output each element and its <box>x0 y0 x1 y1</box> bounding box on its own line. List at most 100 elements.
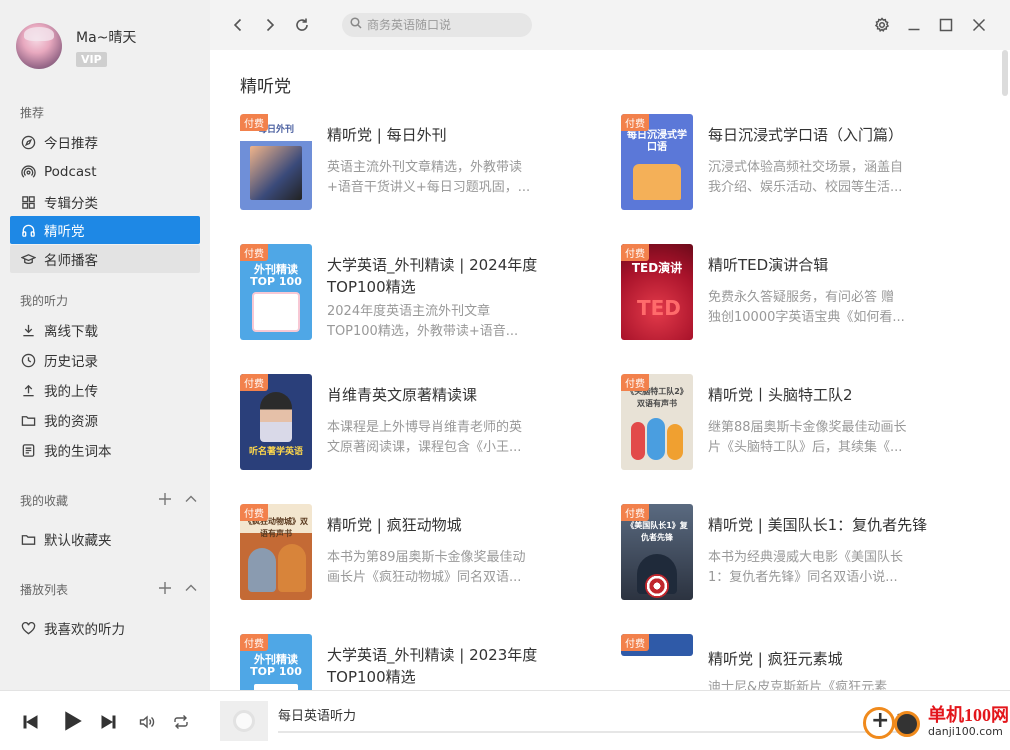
album-description: 本课程是上外博导肖维青老师的英 <box>327 420 523 435</box>
album-description: TOP100精选，外教带读+语音... <box>327 324 519 339</box>
next-track-icon[interactable] <box>97 711 119 733</box>
folder-icon <box>20 531 36 547</box>
sidebar-item-downloads[interactable]: 离线下载 <box>10 316 200 344</box>
album-title[interactable]: 大学英语_外刊精读 | 2024年度 TOP100精选 <box>327 254 567 298</box>
album-card[interactable]: 付费 精听党 | 疯狂元素城 迪士尼&皮克斯新片《疯狂元素 <box>621 634 981 690</box>
album-cover[interactable]: TED演讲 TED 付费 <box>621 244 693 340</box>
sidebar-item-history[interactable]: 历史记录 <box>10 346 200 374</box>
paid-badge: 付费 <box>621 244 649 261</box>
album-cover[interactable]: 每日沉浸式学口语 付费 <box>621 114 693 210</box>
sidebar-item-categories[interactable]: 专辑分类 <box>10 188 200 216</box>
album-card[interactable]: 《美国队长1》复仇者先锋 付费 精听党 | 美国队长1：复仇者先锋 本书为经典漫… <box>621 504 981 604</box>
player-bar: 每日英语听力 1x 单机100网 danji100.com <box>0 690 1010 750</box>
close-icon[interactable] <box>969 15 989 35</box>
minimize-icon[interactable] <box>904 15 924 35</box>
album-cover[interactable]: 每日外刊 付费 <box>240 114 312 210</box>
play-icon[interactable] <box>59 708 85 734</box>
album-description: 1：复仇者先锋》同名双语小说... <box>708 570 898 585</box>
paid-badge: 付费 <box>240 244 268 261</box>
sidebar-item-vocabulary[interactable]: 我的生词本 <box>10 436 200 464</box>
album-description: 免费永久答疑服务，有问必答 赠 <box>708 290 895 305</box>
grid-icon <box>20 194 36 210</box>
sidebar-item-teacher-podcast[interactable]: 名师播客 <box>10 245 200 273</box>
sidebar-item-label: 精听党 <box>44 224 85 240</box>
top-bar <box>210 0 1010 50</box>
add-icon[interactable] <box>158 492 172 510</box>
settings-gear-icon[interactable] <box>872 15 892 35</box>
album-description: 沉浸式体验高频社交场景，涵盖自 <box>708 160 904 175</box>
now-playing-title[interactable]: 每日英语听力 <box>278 705 356 724</box>
paid-badge: 付费 <box>621 634 649 651</box>
avatar[interactable] <box>16 23 62 69</box>
progress-bar[interactable] <box>278 731 908 733</box>
paid-badge: 付费 <box>240 374 268 391</box>
chevron-up-icon[interactable] <box>184 492 198 510</box>
user-name[interactable]: Ma~晴天 <box>76 27 136 47</box>
compass-icon <box>20 134 36 150</box>
album-cover[interactable]: 听名著学英语 付费 <box>240 374 312 470</box>
album-cover[interactable]: 《美国队长1》复仇者先锋 付费 <box>621 504 693 600</box>
album-cover[interactable]: 外刊精读 TOP 100 付费 <box>240 634 312 690</box>
album-title[interactable]: 大学英语_外刊精读 | 2023年度 TOP100精选 <box>327 644 567 688</box>
chevron-up-icon[interactable] <box>184 581 198 599</box>
album-description: 文原著阅读课，课程包含《小王... <box>327 440 522 455</box>
paid-badge: 付费 <box>621 114 649 131</box>
sidebar-item-label: 我喜欢的听力 <box>44 622 125 638</box>
album-title[interactable]: 每日沉浸式学口语（入门篇） <box>708 124 948 146</box>
album-cover[interactable]: 付费 <box>621 634 693 656</box>
sidebar-item-today[interactable]: 今日推荐 <box>10 128 200 156</box>
album-card[interactable]: 每日沉浸式学口语 付费 每日沉浸式学口语（入门篇） 沉浸式体验高频社交场景，涵盖… <box>621 114 981 214</box>
paid-badge: 付费 <box>621 374 649 391</box>
user-profile[interactable]: Ma~晴天 VIP <box>16 23 136 69</box>
scrollbar[interactable] <box>1002 50 1008 96</box>
maximize-icon[interactable] <box>936 15 956 35</box>
sidebar-item-uploads[interactable]: 我的上传 <box>10 376 200 404</box>
album-description: 独创10000字英语宝典《如何看... <box>708 310 905 325</box>
repeat-icon[interactable] <box>170 711 192 733</box>
sidebar-item-label: Podcast <box>44 164 97 180</box>
album-title[interactable]: 精听TED演讲合辑 <box>708 254 948 276</box>
album-title[interactable]: 精听党丨头脑特工队2 <box>708 384 948 406</box>
album-card[interactable]: 外刊精读 TOP 100 付费 大学英语_外刊精读 | 2024年度 TOP100… <box>240 244 600 344</box>
sidebar-item-label: 今日推荐 <box>44 136 98 152</box>
search-bar[interactable] <box>342 13 532 37</box>
album-description: 本书为第89届奥斯卡金像奖最佳动 <box>327 550 526 565</box>
album-card[interactable]: 外刊精读 TOP 100 付费 大学英语_外刊精读 | 2023年度 TOP100… <box>240 634 600 690</box>
back-icon[interactable] <box>228 15 248 35</box>
volume-icon[interactable] <box>136 711 158 733</box>
sidebar-item-label: 默认收藏夹 <box>44 533 112 549</box>
sidebar-item-default-favorites[interactable]: 默认收藏夹 <box>10 525 200 553</box>
album-title[interactable]: 精听党 | 疯狂动物城 <box>327 514 567 536</box>
sidebar-item-podcast[interactable]: Podcast <box>10 158 200 186</box>
album-cover[interactable]: 《疯狂动物城》双语有声书 付费 <box>240 504 312 600</box>
album-title[interactable]: 精听党 | 疯狂元素城 <box>708 648 948 670</box>
previous-track-icon[interactable] <box>20 711 42 733</box>
paid-badge: 付费 <box>240 504 268 521</box>
refresh-icon[interactable] <box>292 15 312 35</box>
album-card[interactable]: 《头脑特工队2》双语有声书 付费 精听党丨头脑特工队2 继第88届奥斯卡金像奖最… <box>621 374 981 474</box>
album-title[interactable]: 精听党 | 每日外刊 <box>327 124 567 146</box>
sidebar-item-jingtingdang[interactable]: 精听党 <box>10 216 200 244</box>
album-card[interactable]: 《疯狂动物城》双语有声书 付费 精听党 | 疯狂动物城 本书为第89届奥斯卡金像… <box>240 504 600 604</box>
sidebar-item-resources[interactable]: 我的资源 <box>10 406 200 434</box>
album-card[interactable]: 每日外刊 付费 精听党 | 每日外刊 英语主流外刊文章精选，外教带读 +语音干货… <box>240 114 600 214</box>
sidebar-item-label: 我的资源 <box>44 414 98 430</box>
now-playing-cover[interactable] <box>220 701 268 741</box>
add-icon[interactable] <box>158 581 172 599</box>
vip-badge: VIP <box>76 52 107 67</box>
album-description: 画长片《疯狂动物城》同名双语... <box>327 570 522 585</box>
album-cover[interactable]: 《头脑特工队2》双语有声书 付费 <box>621 374 693 470</box>
album-cover[interactable]: 外刊精读 TOP 100 付费 <box>240 244 312 340</box>
album-card[interactable]: TED演讲 TED 付费 精听TED演讲合辑 免费永久答疑服务，有问必答 赠 独… <box>621 244 981 344</box>
forward-icon[interactable] <box>260 15 280 35</box>
search-input[interactable] <box>367 18 517 32</box>
album-card[interactable]: 听名著学英语 付费 肖维青英文原著精读课 本课程是上外博导肖维青老师的英 文原著… <box>240 374 600 474</box>
sidebar-item-liked[interactable]: 我喜欢的听力 <box>10 614 200 642</box>
album-description: 迪士尼&皮克斯新片《疯狂元素 <box>708 680 888 690</box>
page-title: 精听党 <box>240 77 291 97</box>
album-description: 继第88届奥斯卡金像奖最佳动画长 <box>708 420 907 435</box>
album-title[interactable]: 精听党 | 美国队长1：复仇者先锋 <box>708 514 948 536</box>
sidebar-item-label: 名师播客 <box>44 253 98 269</box>
album-title[interactable]: 肖维青英文原著精读课 <box>327 384 567 406</box>
paid-badge: 付费 <box>240 634 268 651</box>
